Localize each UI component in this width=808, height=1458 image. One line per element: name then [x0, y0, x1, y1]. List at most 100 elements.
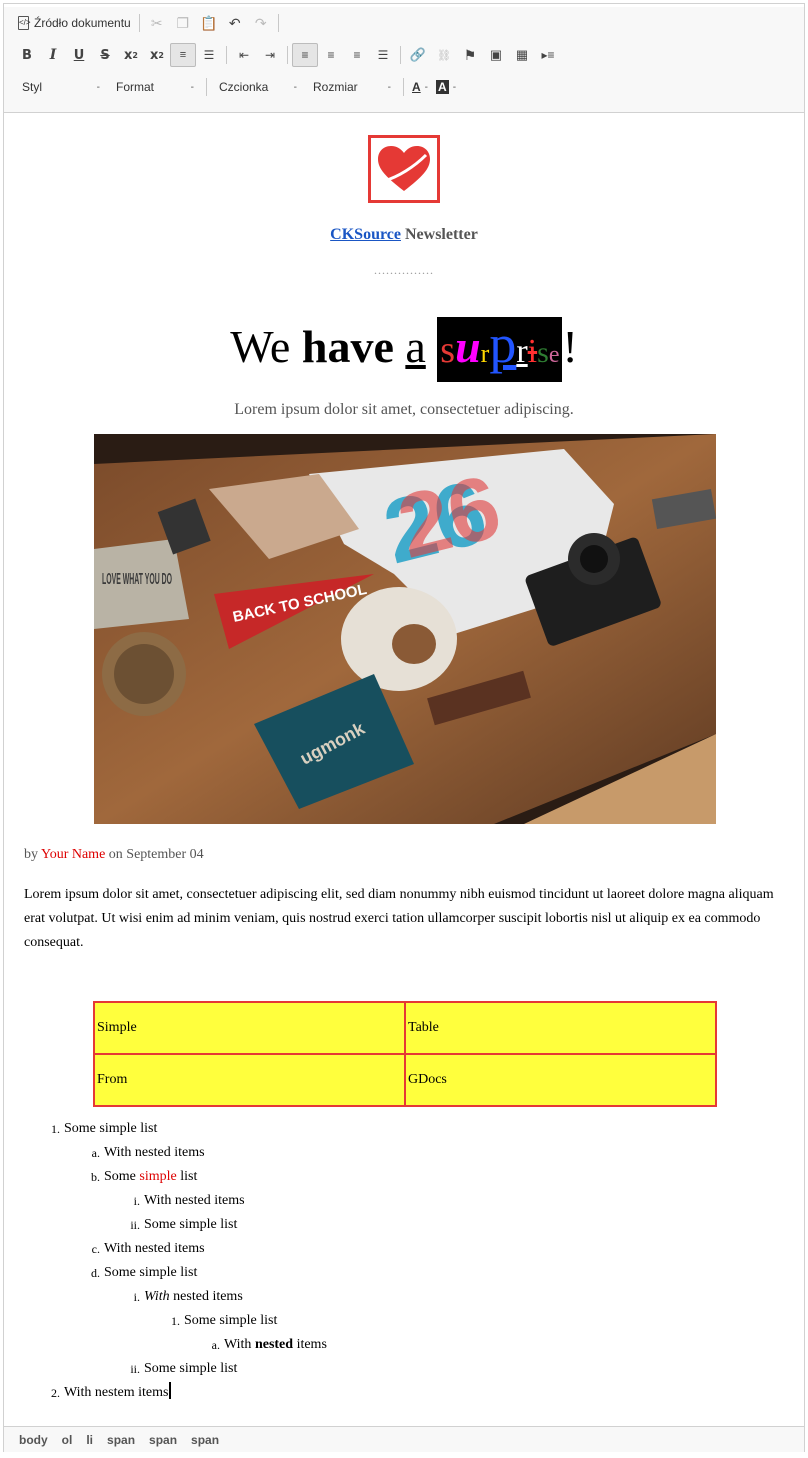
separator	[400, 46, 401, 64]
list-item-text: Some simple list	[144, 1217, 238, 1232]
list-item-text: Some simple list	[104, 1265, 198, 1280]
brand-link[interactable]: CKSource	[330, 226, 401, 243]
list-item-text: With	[224, 1337, 255, 1352]
bulleted-list-icon[interactable]: ☰	[196, 43, 222, 67]
list-marker: i.	[133, 1290, 140, 1304]
list-item: ii. Some simple list	[24, 1357, 327, 1381]
list-item-text: With nested items	[144, 1193, 245, 1208]
list-item-text: Some simple list	[64, 1121, 158, 1136]
separator	[277, 14, 279, 32]
list-item: 1. Some simple list	[24, 1117, 327, 1141]
italic-icon[interactable]: I	[40, 43, 66, 67]
element-path-bar: body ol li span span span	[4, 1426, 804, 1452]
source-button[interactable]: </> Źródło dokumentu	[14, 11, 135, 35]
list-item-text: Some simple list	[184, 1313, 278, 1328]
list-item-text: Some	[104, 1169, 140, 1184]
chevron-down-icon: -	[424, 81, 429, 93]
lead-text: Lorem ipsum dolor sit amet, consectetuer…	[234, 401, 574, 418]
font-combo[interactable]: Czcionka -	[211, 75, 305, 99]
redo-icon[interactable]: ↷	[248, 11, 274, 35]
table-row: Simple Table	[93, 1001, 717, 1055]
unlink-icon[interactable]: ⛓	[431, 43, 457, 67]
list-marker: d.	[91, 1266, 100, 1280]
toolbar-row-3: Styl - Format - Czcionka - Rozmiar - A -	[14, 71, 794, 103]
newsletter-suffix: Newsletter	[400, 226, 478, 243]
gdocs-table: Simple Table From GDocs	[93, 1001, 717, 1107]
byline-date: on September 04	[105, 847, 204, 862]
list-marker: a.	[91, 1146, 100, 1160]
surprise-letter: s	[440, 329, 456, 371]
table-cell[interactable]: GDocs	[404, 1053, 717, 1107]
size-combo-label: Rozmiar	[313, 80, 358, 94]
newsletter-title: CKSource Newsletter	[4, 226, 804, 244]
justify-icon[interactable]: ☰	[370, 43, 396, 67]
editing-area[interactable]: CKSource Newsletter ............... We h…	[4, 113, 804, 1429]
paste-icon[interactable]: 📋	[196, 11, 222, 35]
surprise-letter: p	[489, 314, 517, 374]
text-color-button[interactable]: A -	[408, 75, 432, 99]
toolbar-row-1: </> Źródło dokumentu ✂ ❐ 📋 ↶ ↷	[14, 7, 794, 39]
bold-icon[interactable]: B	[14, 43, 40, 67]
path-item-span[interactable]: span	[146, 1433, 180, 1447]
chevron-down-icon: -	[293, 81, 297, 93]
hero-photo[interactable]: 26 26 LOVE WHAT YOU DO BACK TO SCHOOL ug…	[94, 434, 716, 824]
toolbar: </> Źródło dokumentu ✂ ❐ 📋 ↶ ↷ B I U S x…	[4, 7, 804, 113]
style-combo-label: Styl	[22, 80, 43, 94]
outdent-icon[interactable]: ⇤	[231, 43, 257, 67]
table-cell[interactable]: Simple	[93, 1001, 406, 1055]
style-combo[interactable]: Styl -	[14, 75, 108, 99]
table-cell[interactable]: Table	[404, 1001, 717, 1055]
path-item-body[interactable]: body	[16, 1433, 51, 1447]
bg-color-button[interactable]: A -	[432, 75, 460, 99]
horizontal-line-icon[interactable]: ▸≡	[535, 43, 561, 67]
list-item-text: nested items	[169, 1289, 243, 1304]
path-item-span[interactable]: span	[188, 1433, 222, 1447]
nested-list: 1. Some simple list a. With nested items…	[24, 1117, 327, 1405]
list-item: 1. Some simple list	[24, 1309, 327, 1333]
link-icon[interactable]: 🔗	[405, 43, 431, 67]
surprise-word: surprise	[437, 314, 563, 382]
list-item-text: Some simple list	[144, 1361, 238, 1376]
format-combo-label: Format	[116, 80, 155, 94]
chevron-down-icon: -	[387, 81, 391, 93]
strike-icon[interactable]: S	[92, 43, 118, 67]
path-item-li[interactable]: li	[83, 1433, 96, 1447]
cut-icon[interactable]: ✂	[144, 11, 170, 35]
surprise-letter: u	[455, 321, 481, 372]
list-item: d. Some simple list	[24, 1261, 327, 1285]
path-item-span[interactable]: span	[104, 1433, 138, 1447]
surprise-letter: i	[527, 333, 538, 370]
size-combo[interactable]: Rozmiar -	[305, 75, 399, 99]
heart-logo-icon	[368, 135, 440, 203]
path-item-ol[interactable]: ol	[59, 1433, 76, 1447]
bg-color-icon: A	[436, 80, 449, 94]
anchor-flag-icon[interactable]: ⚑	[457, 43, 483, 67]
separator	[138, 14, 140, 32]
align-left-icon[interactable]: ≡	[292, 43, 318, 67]
separator	[206, 78, 207, 96]
headline: We have a surprise!	[4, 317, 804, 382]
underline-icon[interactable]: U	[66, 43, 92, 67]
separator	[403, 78, 404, 96]
format-combo[interactable]: Format -	[108, 75, 202, 99]
list-item: a. With nested items	[24, 1333, 327, 1357]
list-item-text: With nestem items	[64, 1385, 169, 1400]
image-icon[interactable]: ▣	[483, 43, 509, 67]
indent-icon[interactable]: ⇥	[257, 43, 283, 67]
list-item: c. With nested items	[24, 1237, 327, 1261]
headline-word: We	[230, 321, 291, 372]
numbered-list-icon[interactable]: ≡	[170, 43, 196, 67]
subscript-icon[interactable]: x2	[118, 43, 144, 67]
copy-icon[interactable]: ❐	[170, 11, 196, 35]
chevron-down-icon: -	[190, 81, 194, 93]
align-center-icon[interactable]: ≡	[318, 43, 344, 67]
table-cell[interactable]: From	[93, 1053, 406, 1107]
superscript-icon[interactable]: x2	[144, 43, 170, 67]
list-marker: a.	[211, 1338, 220, 1352]
undo-icon[interactable]: ↶	[222, 11, 248, 35]
list-item: b. Some simple list	[24, 1165, 327, 1189]
font-combo-label: Czcionka	[219, 80, 269, 94]
table-icon[interactable]: ▦	[509, 43, 535, 67]
align-right-icon[interactable]: ≡	[344, 43, 370, 67]
list-item-text: items	[293, 1337, 327, 1352]
